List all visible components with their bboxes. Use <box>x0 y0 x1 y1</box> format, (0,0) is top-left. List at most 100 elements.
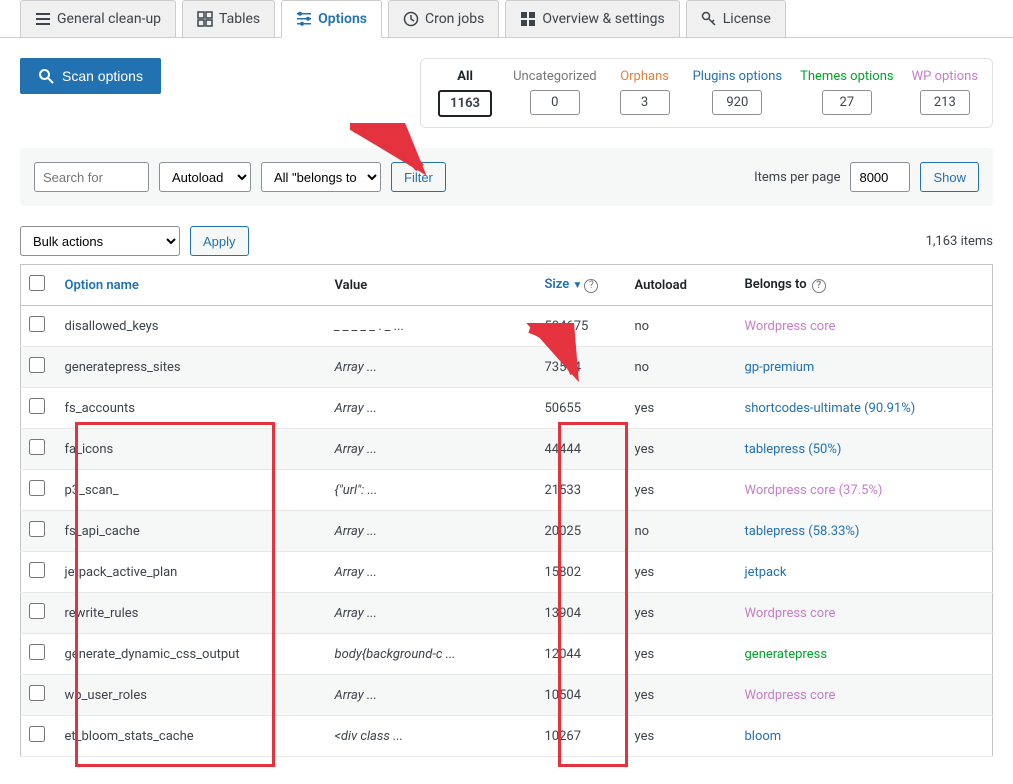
cell-option-name[interactable]: fs_accounts <box>57 388 327 429</box>
column-size[interactable]: Size ▼? <box>537 265 627 306</box>
cell-option-name[interactable]: generatepress_sites <box>57 347 327 388</box>
column-option-name[interactable]: Option name <box>57 265 327 306</box>
stat-wp[interactable]: WP options 213 <box>912 69 978 117</box>
cell-value: Array ... <box>327 429 537 470</box>
table-row: jetpack_active_planArray ...15802yesjetp… <box>21 552 993 593</box>
row-checkbox[interactable] <box>29 398 45 414</box>
cell-autoload: yes <box>627 429 737 470</box>
cell-autoload: yes <box>627 470 737 511</box>
cell-value: <div class ... <box>327 716 537 757</box>
stat-plugins[interactable]: Plugins options 920 <box>693 69 783 117</box>
cell-belongs[interactable]: generatepress <box>737 634 993 675</box>
cell-option-name[interactable]: p3_scan_ <box>57 470 327 511</box>
cell-value: Array ... <box>327 388 537 429</box>
table-row: generatepress_sitesArray ...73554nogp-pr… <box>21 347 993 388</box>
tab-general-cleanup[interactable]: General clean-up <box>20 0 176 37</box>
cell-value: _ _ _ _ _ . _ ... <box>327 306 537 347</box>
cell-belongs[interactable]: bloom <box>737 716 993 757</box>
row-checkbox[interactable] <box>29 480 45 496</box>
cell-belongs[interactable]: tablepress (50%) <box>737 429 993 470</box>
cell-belongs[interactable]: Wordpress core <box>737 675 993 716</box>
sort-desc-icon: ▼ <box>573 280 583 291</box>
cell-belongs[interactable]: jetpack <box>737 552 993 593</box>
stat-all[interactable]: All 1163 <box>435 69 495 117</box>
cell-option-name[interactable]: wp_user_roles <box>57 675 327 716</box>
cell-autoload: yes <box>627 552 737 593</box>
help-icon[interactable]: ? <box>584 279 598 293</box>
autoload-select[interactable]: Autoload <box>159 162 251 192</box>
help-icon[interactable]: ? <box>812 279 826 293</box>
nav-tabs: General clean-up Tables Options Cron job… <box>0 0 1013 38</box>
cell-option-name[interactable]: disallowed_keys <box>57 306 327 347</box>
cell-value: Array ... <box>327 347 537 388</box>
cell-option-name[interactable]: generate_dynamic_css_output <box>57 634 327 675</box>
row-checkbox[interactable] <box>29 685 45 701</box>
cell-belongs[interactable]: shortcodes-ultimate (90.91%) <box>737 388 993 429</box>
table-row: rewrite_rulesArray ...13904yesWordpress … <box>21 593 993 634</box>
cell-size: 13904 <box>537 593 627 634</box>
cell-belongs[interactable]: Wordpress core <box>737 593 993 634</box>
cell-autoload: yes <box>627 634 737 675</box>
row-checkbox[interactable] <box>29 726 45 742</box>
cell-belongs[interactable]: gp-premium <box>737 347 993 388</box>
tab-tables[interactable]: Tables <box>182 0 275 37</box>
table-row: wp_user_rolesArray ...10504yesWordpress … <box>21 675 993 716</box>
stat-orphans[interactable]: Orphans 3 <box>615 69 675 117</box>
tab-label: Cron jobs <box>425 11 484 27</box>
table-row: p3_scan_{"url": ...21533yesWordpress cor… <box>21 470 993 511</box>
tab-label: Overview & settings <box>542 11 664 27</box>
cell-option-name[interactable]: fa_icons <box>57 429 327 470</box>
show-button[interactable]: Show <box>920 162 979 192</box>
cell-autoload: yes <box>627 716 737 757</box>
table-row: generate_dynamic_css_outputbody{backgrou… <box>21 634 993 675</box>
column-belongs[interactable]: Belongs to ? <box>737 265 993 306</box>
tab-options[interactable]: Options <box>281 0 382 38</box>
main-panel: Scan options All 1163 Uncategorized 0 Or… <box>0 38 1013 777</box>
column-value[interactable]: Value <box>327 265 537 306</box>
row-checkbox[interactable] <box>29 603 45 619</box>
row-checkbox[interactable] <box>29 644 45 660</box>
cell-belongs[interactable]: Wordpress core <box>737 306 993 347</box>
column-autoload[interactable]: Autoload <box>627 265 737 306</box>
items-per-page-input[interactable] <box>850 162 910 192</box>
annotation-arrow-2 <box>520 323 600 387</box>
grid-icon <box>197 11 213 27</box>
cell-autoload: yes <box>627 593 737 634</box>
row-checkbox[interactable] <box>29 521 45 537</box>
cell-option-name[interactable]: fs_api_cache <box>57 511 327 552</box>
search-input[interactable] <box>34 162 149 192</box>
scan-options-button[interactable]: Scan options <box>20 58 161 94</box>
apply-button[interactable]: Apply <box>190 226 249 256</box>
tab-cron[interactable]: Cron jobs <box>388 0 499 37</box>
cell-autoload: no <box>627 347 737 388</box>
tab-overview[interactable]: Overview & settings <box>505 0 679 37</box>
row-checkbox[interactable] <box>29 316 45 332</box>
stat-themes[interactable]: Themes options 27 <box>800 69 893 117</box>
table-row: disallowed_keys_ _ _ _ _ . _ ...584675no… <box>21 306 993 347</box>
row-checkbox[interactable] <box>29 439 45 455</box>
cell-value: Array ... <box>327 593 537 634</box>
ipp-label: Items per page <box>754 170 840 185</box>
tab-license[interactable]: License <box>686 0 786 37</box>
cell-belongs[interactable]: tablepress (58.33%) <box>737 511 993 552</box>
bulk-actions-select[interactable]: Bulk actions <box>20 226 180 256</box>
select-all-checkbox[interactable] <box>29 275 45 291</box>
cell-size: 10504 <box>537 675 627 716</box>
cell-size: 44444 <box>537 429 627 470</box>
stats-panel: All 1163 Uncategorized 0 Orphans 3 Plugi… <box>420 58 993 128</box>
row-checkbox[interactable] <box>29 562 45 578</box>
cell-option-name[interactable]: rewrite_rules <box>57 593 327 634</box>
cell-option-name[interactable]: jetpack_active_plan <box>57 552 327 593</box>
cell-size: 15802 <box>537 552 627 593</box>
cell-size: 50655 <box>537 388 627 429</box>
cell-value: {"url": ... <box>327 470 537 511</box>
bulk-row: Bulk actions Apply 1,163 items <box>20 226 993 256</box>
stat-uncategorized[interactable]: Uncategorized 0 <box>513 69 596 117</box>
cell-value: Array ... <box>327 675 537 716</box>
cell-option-name[interactable]: et_bloom_stats_cache <box>57 716 327 757</box>
row-checkbox[interactable] <box>29 357 45 373</box>
cell-autoload: no <box>627 511 737 552</box>
cell-belongs[interactable]: Wordpress core (37.5%) <box>737 470 993 511</box>
table-row: fs_accountsArray ...50655yesshortcodes-u… <box>21 388 993 429</box>
table-row: fs_api_cacheArray ...20025notablepress (… <box>21 511 993 552</box>
